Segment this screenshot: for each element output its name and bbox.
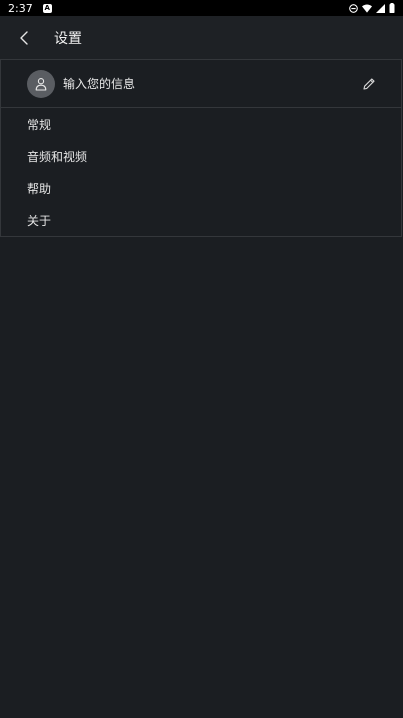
pencil-icon — [363, 77, 375, 90]
profile-row[interactable]: 输入您的信息 — [1, 60, 401, 108]
app-bar: 设置 — [0, 16, 403, 60]
wifi-icon — [362, 4, 372, 13]
menu-item-general[interactable]: 常规 — [1, 108, 401, 140]
status-icons — [349, 3, 395, 13]
signal-icon — [376, 3, 385, 13]
edit-button[interactable] — [359, 74, 379, 94]
person-icon — [35, 77, 47, 91]
notification-icon: A — [42, 3, 52, 13]
status-bar: 2:37 A — [0, 0, 403, 16]
do-not-disturb-icon — [349, 3, 358, 13]
menu-item-audio-video[interactable]: 音频和视频 — [1, 140, 401, 172]
menu-item-label: 帮助 — [27, 181, 52, 196]
notification-letter: A — [44, 4, 50, 12]
avatar — [27, 69, 55, 98]
battery-icon — [389, 3, 395, 13]
menu-item-about[interactable]: 关于 — [1, 204, 401, 236]
menu-item-help[interactable]: 帮助 — [1, 172, 401, 204]
menu-item-label: 关于 — [27, 213, 52, 228]
profile-label: 输入您的信息 — [63, 77, 136, 91]
settings-list: 输入您的信息 常规 音频和视频 帮助 关于 — [0, 59, 402, 237]
menu-item-label: 常规 — [27, 117, 52, 132]
menu-item-label: 音频和视频 — [27, 149, 88, 164]
back-button[interactable] — [4, 18, 44, 58]
page-title: 设置 — [54, 31, 82, 47]
back-arrow-icon — [20, 31, 28, 45]
status-time: 2:37 — [8, 1, 33, 15]
